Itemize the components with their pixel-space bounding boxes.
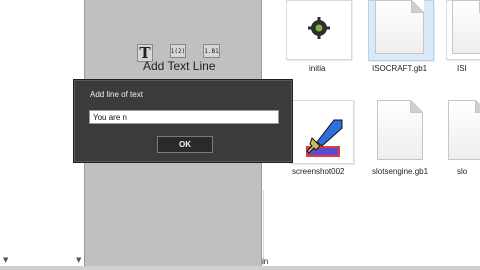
document-icon [375, 0, 424, 54]
add-text-dialog: Add line of text OK [73, 79, 293, 163]
scroll-down-arrow-icon[interactable]: ▼ [3, 256, 8, 264]
file-label: ISI [457, 64, 467, 73]
document-icon [452, 0, 480, 54]
bottom-edge [0, 266, 480, 270]
ok-button[interactable]: OK [157, 136, 213, 153]
file-label: screenshot002 [292, 167, 345, 176]
document-icon [377, 100, 423, 160]
file-label: slotsengine.gb1 [372, 167, 429, 176]
sword-image-icon [304, 116, 348, 160]
number-tool-icon[interactable]: 1(2) [170, 44, 186, 58]
gear-icon [308, 17, 330, 39]
file-tile-partial[interactable] [263, 190, 275, 265]
file-label: in [262, 257, 269, 266]
file-label: ISOCRAFT.gb1 [372, 64, 428, 73]
scroll-down-arrow-icon[interactable]: ▼ [76, 256, 81, 264]
label-tool-icon[interactable]: 1.B1 [203, 44, 220, 58]
file-label: slo [457, 167, 468, 176]
tool-caption: Add Text Line [143, 59, 216, 73]
dialog-title: Add line of text [90, 90, 143, 99]
file-label: initia [309, 64, 326, 73]
left-pane [0, 0, 70, 270]
document-icon [448, 100, 480, 160]
text-line-input[interactable] [89, 110, 279, 124]
